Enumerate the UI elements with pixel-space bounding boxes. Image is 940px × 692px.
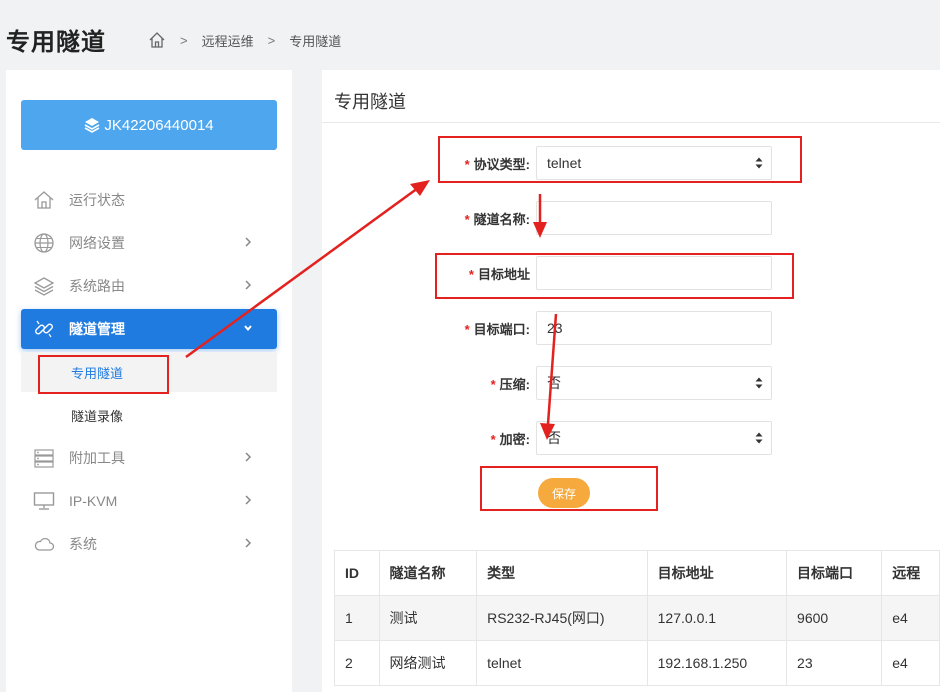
table-cell: 测试 [378,595,478,641]
sidebar-item-label: 附加工具 [69,450,125,466]
sidebar-item-label: 系统路由 [69,278,125,294]
required-star: * [490,376,496,392]
column-header: ID [334,550,380,596]
chevron-right-icon [245,495,252,505]
table-cell: telnet [476,640,648,686]
target-label: 目标地址 [477,266,530,282]
column-header: 目标地址 [646,550,788,596]
column-header: 远程 [881,550,940,596]
sidebar-item-tunnel-management[interactable]: 隧道管理 [21,309,277,349]
form-row-protocol: * 协议类型: telnet [432,146,772,180]
link-icon [33,318,55,340]
column-header: 目标端口 [786,550,883,596]
breadcrumb-separator-icon: > [267,32,276,48]
name-label: 隧道名称: [473,211,530,227]
tunnel-table: ID 隧道名称 类型 目标地址 目标端口 远程 1 测试 RS232-RJ45(… [334,550,940,686]
sidebar-item-tools[interactable]: 附加工具 [21,438,277,478]
column-header: 类型 [476,550,648,596]
sidebar-item-routing[interactable]: 系统路由 [21,266,277,306]
required-star: * [464,321,470,337]
chevron-right-icon [245,280,252,290]
required-star: * [468,266,474,282]
required-star: * [464,156,470,172]
cloud-icon [33,533,55,555]
select-arrows-icon [755,377,763,389]
table-cell: 23 [786,640,883,686]
sidebar-subitem-tunnel-recording[interactable]: 隧道录像 [21,395,277,435]
monitor-icon [33,490,55,512]
panel-title: 专用隧道 [334,92,406,112]
table-cell: RS232-RJ45(网口) [476,595,648,641]
encrypt-label: 加密: [499,431,530,447]
form-row-port: * 目标端口: [432,311,772,345]
table-cell: 2 [334,640,380,686]
table-cell: e4 [881,595,940,641]
layers-icon [33,275,55,297]
breadcrumb-separator-icon: > [180,32,188,48]
encrypt-select[interactable]: 否 [536,421,772,455]
select-arrows-icon [755,432,763,444]
server-icon [33,447,55,469]
sidebar-item-status[interactable]: 运行状态 [21,180,277,220]
target-port-input[interactable] [536,311,772,345]
chevron-right-icon [245,237,252,247]
chevron-right-icon [245,538,252,548]
protocol-select[interactable]: telnet [536,146,772,180]
port-label: 目标端口: [473,321,530,337]
sidebar-item-label: 运行状态 [69,192,125,208]
compress-label: 压缩: [499,376,530,392]
tunnel-name-input[interactable] [536,201,772,235]
select-arrows-icon [755,157,763,169]
sidebar-item-label: IP-KVM [69,493,118,509]
home-icon[interactable] [148,31,166,49]
sidebar-item-network[interactable]: 网络设置 [21,223,277,263]
form-row-target: * 目标地址 [432,256,772,290]
table-cell: e4 [881,640,940,686]
required-star: * [464,211,470,227]
breadcrumb-item-tunnel: 专用隧道 [289,33,342,49]
target-address-input[interactable] [536,256,772,290]
sidebar-item-label: 系统 [69,536,97,552]
sidebar-item-ipkvm[interactable]: IP-KVM [21,481,277,521]
house-icon [33,189,55,211]
page-title: 专用隧道 [6,29,106,56]
save-button[interactable]: 保存 [538,478,590,508]
device-button[interactable]: JK42206440014 [21,100,277,150]
layers-icon [84,118,100,133]
protocol-label: 协议类型: [473,156,530,172]
sidebar-item-label: 网络设置 [69,235,125,251]
globe-icon [33,232,55,254]
sidebar-subitem-dedicated-tunnel[interactable]: 专用隧道 [21,352,277,392]
chevron-down-icon [244,325,252,332]
form-row-name: * 隧道名称: [432,201,772,235]
table-cell: 192.168.1.250 [646,640,788,686]
table-row[interactable]: 1 测试 RS232-RJ45(网口) 127.0.0.1 9600 e4 [334,595,940,641]
chevron-right-icon [245,452,252,462]
table-cell: 127.0.0.1 [646,595,788,641]
form-row-encrypt: * 加密: 否 [432,421,772,455]
column-header: 隧道名称 [378,550,478,596]
device-id: JK42206440014 [104,116,214,134]
table-header-row: ID 隧道名称 类型 目标地址 目标端口 远程 [334,550,940,596]
breadcrumb: > 远程运维 > 专用隧道 [148,31,341,49]
sidebar: JK42206440014 运行状态 网络设置 系统路由 隧道管理 专用隧道 隧… [6,70,292,692]
breadcrumb-item-remote-ops[interactable]: 远程运维 [202,31,254,50]
sidebar-item-system[interactable]: 系统 [21,524,277,564]
sidebar-item-label: 隧道管理 [69,321,125,337]
form-row-compress: * 压缩: 否 [432,366,772,400]
required-star: * [490,431,496,447]
main-panel: 专用隧道 *协议类型: telnet *隧道名称: *目标地址 *目标端口: *… [322,70,940,692]
table-row[interactable]: 2 网络测试 telnet 192.168.1.250 23 e4 [334,640,940,686]
divider [322,122,940,123]
table-cell: 9600 [786,595,883,641]
compress-select[interactable]: 否 [536,366,772,400]
table-cell: 1 [334,595,380,641]
table-cell: 网络测试 [378,640,478,686]
